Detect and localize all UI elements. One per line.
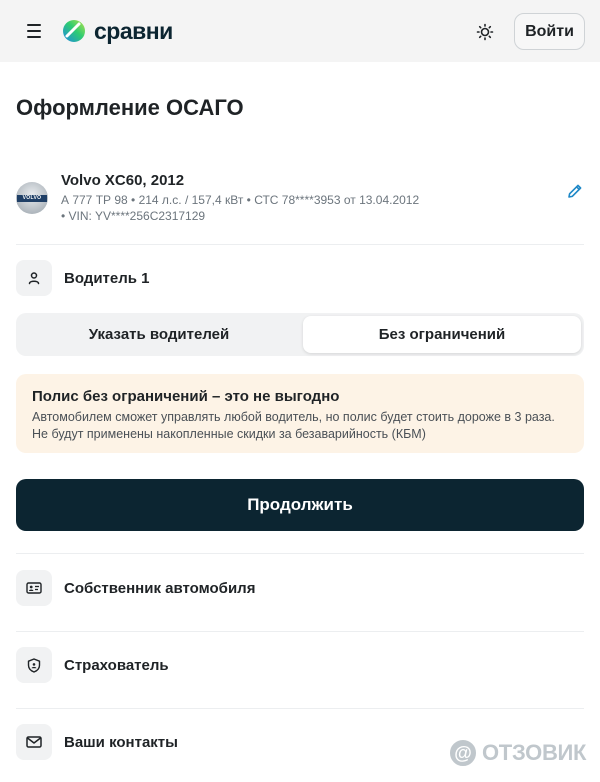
car-details: А 777 ТР 98 • 214 л.с. / 157,4 кВт • СТС… <box>61 193 420 207</box>
divider <box>16 708 584 709</box>
warning-title: Полис без ограничений – это не выгодно <box>32 388 340 405</box>
car-info: VOLVO Volvo XC60, 2012 А 777 ТР 98 • 214… <box>16 168 586 230</box>
option-unlimited[interactable]: Без ограничений <box>303 316 581 353</box>
watermark-text: ОТЗОВИК <box>482 740 587 765</box>
logo-text: сравни <box>94 17 173 44</box>
logo-mark-icon <box>63 20 85 42</box>
section-car-owner[interactable]: Собственник автомобиля <box>16 570 584 606</box>
section-label: Страхователь <box>64 656 169 674</box>
divider <box>16 631 584 632</box>
car-brand-logo-text: VOLVO <box>17 194 47 202</box>
id-card-icon <box>16 570 52 606</box>
driver-mode-toggle: Указать водителей Без ограничений <box>16 313 584 356</box>
person-icon <box>16 260 52 296</box>
driver-row[interactable]: Водитель 1 <box>16 260 584 296</box>
divider <box>16 553 584 554</box>
divider <box>16 244 584 245</box>
page-title: Оформление ОСАГО <box>16 95 244 120</box>
warning-text-line1: Автомобилем сможет управлять любой водит… <box>32 410 555 424</box>
section-policyholder[interactable]: Страхователь <box>16 647 584 683</box>
watermark: @ ОТЗОВИК <box>448 738 586 768</box>
watermark-symbol: @ <box>448 738 478 768</box>
section-label: Ваши контакты <box>64 733 178 751</box>
driver-label: Водитель 1 <box>64 269 150 287</box>
logo[interactable]: сравни <box>62 18 173 44</box>
warning-banner: Полис без ограничений – это не выгодно А… <box>16 374 584 453</box>
option-specify-drivers[interactable]: Указать водителей <box>19 316 299 353</box>
menu-icon[interactable] <box>20 20 48 42</box>
continue-button[interactable]: Продолжить <box>16 479 584 531</box>
warning-text-line2: Не будут применены накопленные скидки за… <box>32 427 426 441</box>
section-label: Собственник автомобиля <box>64 579 256 597</box>
login-button[interactable]: Войти <box>514 13 585 50</box>
car-brand-logo: VOLVO <box>16 182 48 214</box>
shield-icon <box>16 647 52 683</box>
sun-icon[interactable] <box>472 19 498 45</box>
mail-icon <box>16 724 52 760</box>
car-name: Volvo XC60, 2012 <box>61 172 185 189</box>
top-header: сравни Войти <box>0 0 600 62</box>
edit-pencil-icon[interactable] <box>566 182 584 200</box>
car-vin: • VIN: YV****256C2317129 <box>61 209 206 223</box>
